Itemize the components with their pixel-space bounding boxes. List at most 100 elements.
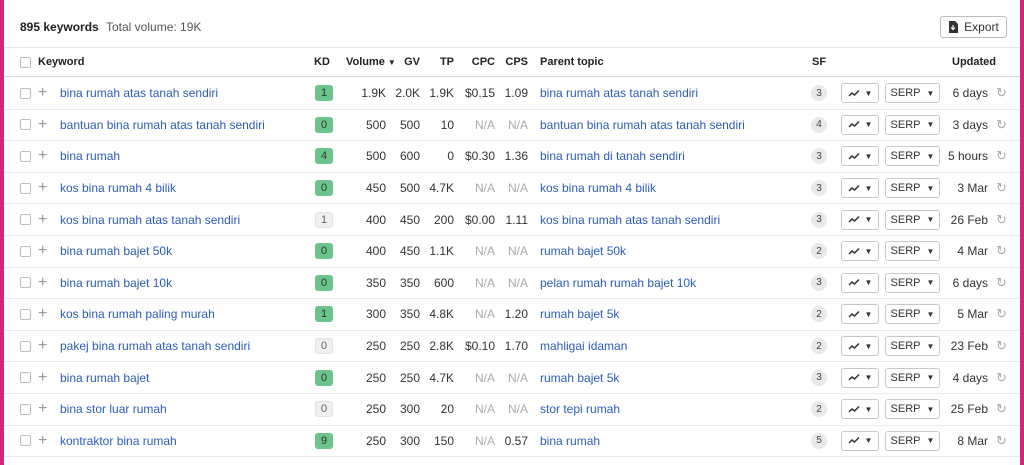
- plus-icon[interactable]: +: [38, 243, 47, 259]
- plus-icon[interactable]: +: [38, 306, 47, 322]
- plus-icon[interactable]: +: [38, 148, 47, 164]
- serp-dropdown-button[interactable]: SERP ▼: [885, 399, 940, 420]
- refresh-icon[interactable]: ↻: [996, 338, 1007, 354]
- serp-dropdown-button[interactable]: SERP ▼: [885, 367, 940, 388]
- serp-dropdown-button[interactable]: SERP ▼: [885, 83, 940, 104]
- trend-dropdown-button[interactable]: ▼: [841, 272, 879, 293]
- keyword-link[interactable]: kos bina rumah paling murah: [60, 307, 215, 321]
- sf-count-badge[interactable]: 3: [811, 369, 827, 386]
- plus-icon[interactable]: +: [38, 116, 47, 133]
- plus-icon[interactable]: +: [38, 369, 47, 386]
- trend-dropdown-button[interactable]: ▼: [841, 430, 879, 451]
- row-checkbox[interactable]: [20, 403, 31, 415]
- plus-icon[interactable]: +: [38, 180, 47, 196]
- trend-dropdown-button[interactable]: ▼: [841, 114, 879, 135]
- trend-dropdown-button[interactable]: ▼: [841, 178, 879, 199]
- trend-dropdown-button[interactable]: ▼: [841, 367, 879, 388]
- refresh-icon[interactable]: ↻: [996, 243, 1007, 259]
- plus-icon[interactable]: +: [38, 401, 47, 417]
- sf-count-badge[interactable]: 4: [811, 116, 827, 133]
- row-checkbox[interactable]: [20, 372, 31, 384]
- serp-dropdown-button[interactable]: SERP ▼: [885, 336, 940, 357]
- col-keyword[interactable]: Keyword: [38, 48, 84, 76]
- plus-icon[interactable]: +: [38, 85, 47, 101]
- serp-dropdown-button[interactable]: SERP ▼: [885, 146, 940, 167]
- sf-count-badge[interactable]: 3: [811, 148, 827, 165]
- refresh-icon[interactable]: ↻: [996, 148, 1007, 164]
- trend-dropdown-button[interactable]: ▼: [841, 241, 879, 262]
- col-tp[interactable]: TP: [424, 48, 454, 76]
- sf-count-badge[interactable]: 3: [811, 180, 827, 197]
- trend-dropdown-button[interactable]: ▼: [841, 304, 879, 325]
- refresh-icon[interactable]: ↻: [996, 306, 1007, 322]
- sf-count-badge[interactable]: 5: [811, 432, 827, 449]
- keyword-link[interactable]: kontraktor bina rumah: [60, 434, 177, 448]
- refresh-icon[interactable]: ↻: [996, 85, 1007, 101]
- serp-dropdown-button[interactable]: SERP ▼: [885, 114, 940, 135]
- sf-count-badge[interactable]: 2: [811, 401, 827, 418]
- row-checkbox[interactable]: [20, 214, 31, 226]
- parent-topic-link[interactable]: kos bina rumah atas tanah sendiri: [540, 213, 720, 227]
- keyword-link[interactable]: kos bina rumah 4 bilik: [60, 181, 176, 195]
- row-checkbox[interactable]: [20, 150, 31, 162]
- parent-topic-link[interactable]: kos bina rumah 4 bilik: [540, 181, 656, 195]
- keyword-link[interactable]: bantuan bina rumah atas tanah sendiri: [60, 118, 265, 132]
- serp-dropdown-button[interactable]: SERP ▼: [885, 209, 940, 230]
- col-parent-topic[interactable]: Parent topic: [540, 48, 604, 76]
- export-button[interactable]: Export: [940, 16, 1007, 38]
- sf-count-badge[interactable]: 2: [811, 306, 827, 323]
- col-updated[interactable]: Updated: [952, 48, 996, 76]
- parent-topic-link[interactable]: bantuan bina rumah atas tanah sendiri: [540, 118, 745, 132]
- plus-icon[interactable]: +: [38, 211, 47, 228]
- refresh-icon[interactable]: ↻: [996, 117, 1007, 133]
- plus-icon[interactable]: +: [38, 338, 47, 354]
- row-checkbox[interactable]: [20, 308, 31, 320]
- col-gv[interactable]: GV: [394, 48, 420, 76]
- col-cpc[interactable]: CPC: [462, 48, 495, 76]
- refresh-icon[interactable]: ↻: [996, 180, 1007, 196]
- row-checkbox[interactable]: [20, 340, 31, 352]
- refresh-icon[interactable]: ↻: [996, 433, 1007, 449]
- plus-icon[interactable]: +: [38, 274, 47, 291]
- select-all-checkbox[interactable]: [20, 56, 31, 68]
- sf-count-badge[interactable]: 3: [811, 211, 827, 228]
- trend-dropdown-button[interactable]: ▼: [841, 209, 879, 230]
- row-checkbox[interactable]: [20, 87, 31, 99]
- parent-topic-link[interactable]: stor tepi rumah: [540, 402, 620, 416]
- keyword-link[interactable]: pakej bina rumah atas tanah sendiri: [60, 339, 250, 353]
- sf-count-badge[interactable]: 2: [811, 243, 827, 260]
- trend-dropdown-button[interactable]: ▼: [841, 146, 879, 167]
- trend-dropdown-button[interactable]: ▼: [841, 336, 879, 357]
- col-sf[interactable]: SF: [812, 48, 826, 76]
- parent-topic-link[interactable]: pelan rumah rumah bajet 10k: [540, 276, 696, 290]
- col-volume[interactable]: Volume ▼: [346, 48, 396, 76]
- sf-count-badge[interactable]: 3: [811, 85, 827, 102]
- trend-dropdown-button[interactable]: ▼: [841, 399, 879, 420]
- keyword-link[interactable]: bina rumah bajet 10k: [60, 276, 172, 290]
- parent-topic-link[interactable]: bina rumah di tanah sendiri: [540, 149, 685, 163]
- serp-dropdown-button[interactable]: SERP ▼: [885, 178, 940, 199]
- refresh-icon[interactable]: ↻: [996, 275, 1007, 291]
- plus-icon[interactable]: +: [38, 432, 47, 449]
- row-checkbox[interactable]: [20, 277, 31, 289]
- keyword-link[interactable]: kos bina rumah atas tanah sendiri: [60, 213, 240, 227]
- trend-dropdown-button[interactable]: ▼: [841, 83, 879, 104]
- row-checkbox[interactable]: [20, 435, 31, 447]
- keyword-link[interactable]: bina rumah bajet 50k: [60, 244, 172, 258]
- keyword-link[interactable]: bina rumah: [60, 149, 120, 163]
- parent-topic-link[interactable]: rumah bajet 50k: [540, 244, 626, 258]
- refresh-icon[interactable]: ↻: [996, 370, 1007, 386]
- parent-topic-link[interactable]: mahligai idaman: [540, 339, 627, 353]
- serp-dropdown-button[interactable]: SERP ▼: [885, 304, 940, 325]
- sf-count-badge[interactable]: 2: [811, 338, 827, 355]
- serp-dropdown-button[interactable]: SERP ▼: [885, 272, 940, 293]
- row-checkbox[interactable]: [20, 119, 31, 131]
- keyword-link[interactable]: bina rumah atas tanah sendiri: [60, 86, 218, 100]
- parent-topic-link[interactable]: rumah bajet 5k: [540, 307, 619, 321]
- refresh-icon[interactable]: ↻: [996, 401, 1007, 417]
- serp-dropdown-button[interactable]: SERP ▼: [885, 430, 940, 451]
- keyword-link[interactable]: bina rumah bajet: [60, 371, 149, 385]
- sf-count-badge[interactable]: 3: [811, 274, 827, 291]
- parent-topic-link[interactable]: bina rumah: [540, 434, 600, 448]
- row-checkbox[interactable]: [20, 245, 31, 257]
